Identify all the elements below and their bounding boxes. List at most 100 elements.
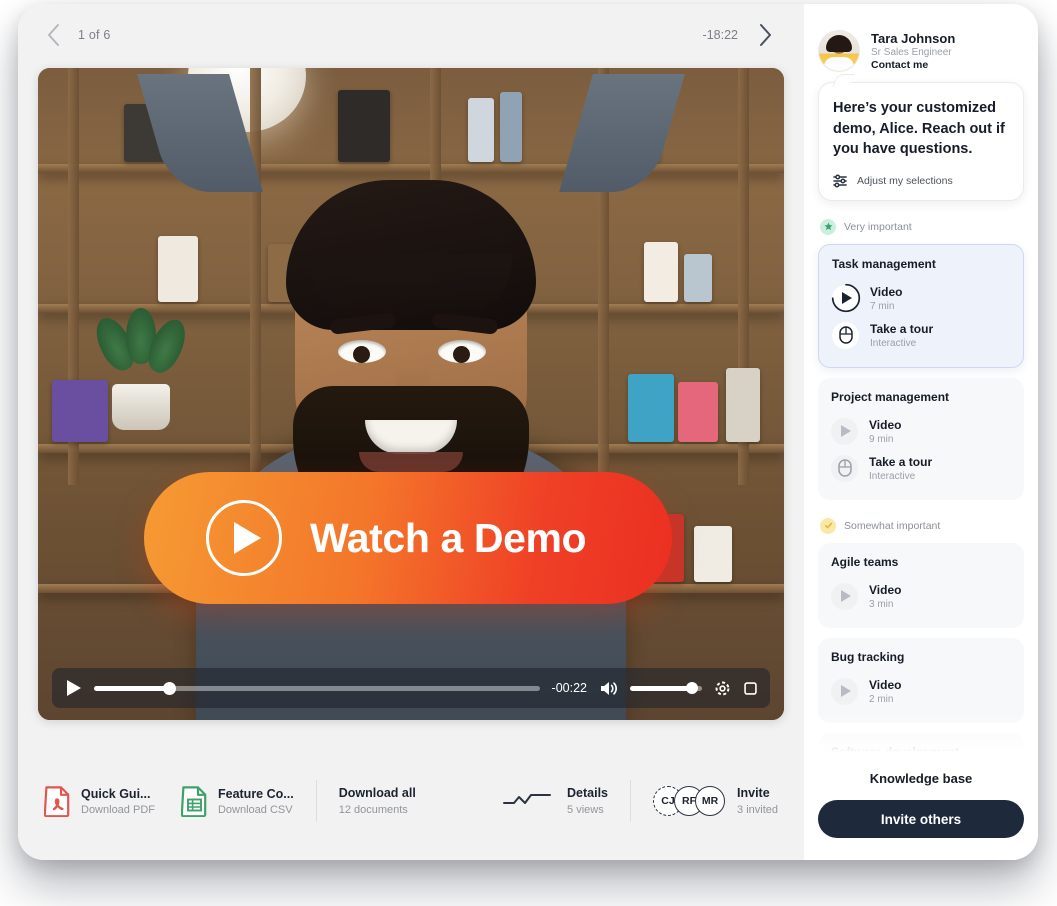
topic-item-video[interactable]: Video 9 min	[831, 413, 1011, 450]
item-title: Take a tour	[870, 321, 934, 336]
download-all-button[interactable]: Download all 12 documents	[339, 786, 416, 816]
app-window: 1 of 6 -18:22 Watch a Demo -00:22 Quick …	[18, 4, 1038, 860]
play-icon	[831, 677, 858, 705]
progress-handle[interactable]	[163, 681, 177, 695]
topic-item-video[interactable]: Video 2 min	[831, 673, 1011, 710]
watch-a-demo-label: Watch a Demo	[310, 514, 587, 561]
section-header-somewhat-important: Somewhat important	[820, 517, 1024, 534]
video-controls-bar: -00:22	[52, 668, 770, 708]
sliders-icon	[833, 174, 847, 188]
avatar[interactable]: MR	[695, 786, 726, 816]
toolbar-divider	[630, 780, 632, 822]
sparkline-icon	[503, 790, 552, 813]
video-progress-slider[interactable]	[94, 681, 540, 695]
contact-me-link[interactable]: Contact me	[871, 59, 955, 71]
invite-count: 3 invited	[737, 804, 778, 816]
invited-avatars[interactable]: CJ RF MR	[653, 786, 726, 816]
sidebar-footer: Knowledge base Invite others	[804, 767, 1038, 860]
adjust-selections-label: Adjust my selections	[857, 174, 953, 187]
volume-handle[interactable]	[685, 682, 698, 694]
presenter-name: Tara Johnson	[871, 31, 956, 46]
check-icon	[820, 517, 836, 534]
toolbar-right-group: Details 5 views CJ RF MR Invite 3 invite…	[503, 780, 778, 822]
item-subtitle: Interactive	[869, 470, 916, 482]
chevron-right-icon	[759, 24, 771, 46]
presenter-card: Tara Johnson Sr Sales Engineer Contact m…	[818, 30, 1024, 72]
topic-title: Software development	[831, 744, 960, 759]
video-player[interactable]: Watch a Demo -00:22	[38, 68, 784, 720]
item-title: Video	[870, 284, 903, 299]
topic-item-take-a-tour[interactable]: Take a tour Interactive	[832, 317, 1010, 354]
item-title: Video	[869, 417, 902, 432]
knowledge-base-link[interactable]: Knowledge base	[818, 771, 1024, 786]
topic-card-bug-tracking[interactable]: Bug tracking Video 2 min	[818, 637, 1024, 723]
presenter-role: Sr Sales Engineer	[871, 47, 952, 58]
document-subtitle: Download CSV	[217, 803, 293, 816]
topic-title: Agile teams	[831, 554, 899, 569]
document-toolbar: Quick Gui... Download PDF Feature Co... …	[18, 756, 804, 860]
topic-title: Bug tracking	[831, 649, 905, 664]
invite-label: Invite	[737, 786, 770, 800]
fullscreen-icon	[744, 681, 757, 695]
next-page-button[interactable]	[748, 18, 782, 52]
topic-item-video[interactable]: Video 7 min	[831, 280, 1010, 317]
topic-item-take-a-tour[interactable]: Take a tour Interactive	[831, 450, 1011, 487]
gear-icon	[715, 681, 730, 695]
page-counter: 1 of 6	[78, 28, 111, 42]
details-views: 5 views	[567, 804, 604, 816]
remaining-time-label: -18:22	[702, 28, 738, 42]
item-subtitle: 9 min	[869, 433, 894, 445]
invite-button[interactable]: Invite 3 invited	[737, 786, 778, 816]
video-time-label: -00:22	[551, 681, 587, 695]
play-icon	[831, 284, 860, 313]
toolbar-divider	[315, 780, 317, 822]
item-title: Video	[869, 677, 902, 692]
details-button[interactable]: Details 5 views	[567, 786, 608, 816]
play-button[interactable]	[64, 678, 82, 698]
presenter-avatar	[818, 30, 860, 72]
item-subtitle: 3 min	[869, 598, 894, 610]
topic-card-project-management[interactable]: Project management Video 9 min Take a to…	[818, 377, 1024, 500]
message-bubble: Here’s your customized demo, Alice. Reac…	[818, 82, 1024, 201]
download-all-label: Download all	[338, 786, 416, 800]
document-title: Quick Gui...	[81, 786, 151, 801]
adjust-selections-button[interactable]: Adjust my selections	[833, 174, 1009, 188]
document-quick-guide[interactable]: Quick Gui... Download PDF	[44, 785, 155, 817]
volume-slider[interactable]	[630, 682, 702, 694]
fullscreen-button[interactable]	[743, 681, 758, 696]
pdf-file-icon	[44, 786, 70, 817]
volume-button[interactable]	[599, 680, 618, 697]
item-title: Take a tour	[869, 454, 933, 469]
section-header-very-important: Very important	[820, 218, 1024, 235]
sidebar-scroll-area[interactable]: Tara Johnson Sr Sales Engineer Contact m…	[804, 4, 1038, 767]
topic-title: Task management	[832, 256, 936, 271]
details-label: Details	[567, 786, 609, 800]
mouse-icon	[831, 454, 858, 482]
right-sidebar: Tara Johnson Sr Sales Engineer Contact m…	[804, 4, 1038, 860]
top-navigation-bar: 1 of 6 -18:22	[18, 4, 804, 66]
mouse-icon	[832, 321, 859, 349]
settings-button[interactable]	[714, 680, 731, 697]
chevron-left-icon	[47, 24, 59, 46]
main-content-pane: 1 of 6 -18:22 Watch a Demo -00:22 Quick …	[18, 4, 804, 860]
watch-a-demo-button[interactable]: Watch a Demo	[144, 472, 672, 604]
item-title: Video	[869, 582, 902, 597]
invite-others-button[interactable]: Invite others	[818, 800, 1024, 838]
item-subtitle: 7 min	[870, 300, 895, 312]
document-subtitle: Download PDF	[81, 803, 155, 816]
star-icon	[820, 218, 836, 235]
presenter-figure	[38, 68, 784, 720]
topic-card-task-management[interactable]: Task management Video 7 min Take a tour …	[818, 243, 1024, 368]
document-feature-comparison[interactable]: Feature Co... Download CSV	[180, 785, 294, 817]
volume-fill	[630, 685, 692, 691]
topic-item-video[interactable]: Video 3 min	[831, 578, 1011, 615]
previous-page-button[interactable]	[36, 18, 70, 52]
topic-card-agile-teams[interactable]: Agile teams Video 3 min	[818, 542, 1024, 628]
section-label: Somewhat important	[844, 519, 941, 532]
topic-card-software-development[interactable]: Software development	[818, 732, 1024, 767]
play-icon	[831, 582, 858, 610]
play-circle-icon	[206, 500, 282, 576]
download-all-count: 12 documents	[338, 804, 408, 816]
message-text: Here’s your customized demo, Alice. Reac…	[833, 100, 1005, 158]
volume-icon	[601, 681, 617, 695]
